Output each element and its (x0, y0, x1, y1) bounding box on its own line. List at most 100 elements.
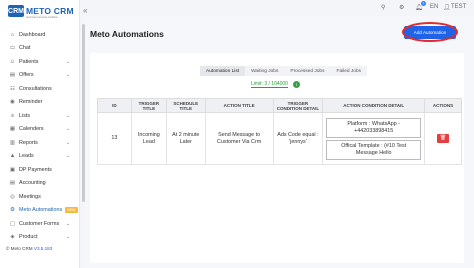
notification-badge: 1 (421, 1, 426, 6)
tab-automation-list[interactable]: Automation List (200, 66, 246, 76)
leads-icon: ▲ (9, 153, 16, 160)
automations-table: ID TRIGGER TITLE SCHEDULE TITLE ACTION T… (97, 98, 462, 165)
cell-schedule: At 2 minute Later (165, 112, 206, 165)
tab-waiting-jobs[interactable]: Waiting Jobs (245, 66, 285, 76)
sidebar-item-patients[interactable]: ☺ Patients ⌄ (0, 55, 80, 69)
sidebar-item-meto-automations[interactable]: ⚙ Meto Automations NEW (0, 204, 80, 218)
sidebar-item-label: Offers (19, 72, 34, 79)
sidebar-item-leads[interactable]: ▲ Leads ⌄ (0, 150, 80, 164)
table-header-row: ID TRIGGER TITLE SCHEDULE TITLE ACTION T… (97, 98, 462, 113)
meetings-icon: ◎ (10, 193, 15, 200)
logo-mark: CRM (8, 5, 24, 17)
tab-processed-jobs[interactable]: Processed Jobs (284, 66, 331, 76)
patients-icon: ☺ (9, 58, 16, 65)
action-condition-detail: Platform : WhatsApp - +442033898415 Offi… (326, 116, 422, 162)
sidebar-item-label: Patients (19, 58, 39, 65)
sidebar-item-label: DP Payments (19, 166, 52, 173)
sidebar-nav: ⌂ Dashboard ▭ Chat ☺ Patients ⌄ ▤ Offers ⌄ ☷ Consul… (0, 28, 80, 244)
consultations-icon: ☷ (9, 85, 15, 92)
column-header: ACTION CONDITION DETAIL (322, 98, 426, 113)
reminder-icon: ◉ (10, 99, 15, 106)
settings-icon[interactable]: ⚙ (399, 4, 404, 11)
version-link[interactable]: V3.5.183 (34, 246, 52, 251)
sidebar-item-chat[interactable]: ▭ Chat (0, 42, 80, 56)
lists-icon: ≡ (10, 112, 15, 119)
sidebar-item-customer-forms[interactable]: ▢ Customer Forms ⌄ (0, 217, 80, 231)
table-row: 13 Incoming Lead At 2 minute Later Send … (97, 112, 462, 165)
info-icon[interactable]: i (293, 81, 300, 88)
calendar-icon: ▦ (9, 126, 16, 133)
sidebar-item-accounting[interactable]: ▤ Accounting (0, 177, 80, 191)
sidebar-item-reminder[interactable]: ◉ Reminder (0, 96, 80, 110)
chevron-down-icon: ⌄ (65, 153, 70, 160)
product-icon: ◈ (10, 234, 15, 241)
search-icon[interactable]: ⚲ (381, 4, 385, 11)
language-selector[interactable]: EN (430, 4, 438, 10)
cell-trigger-condition: Ads Code equal : 'jennys' (272, 112, 324, 165)
footer-copyright: © Meto CRM (6, 246, 33, 251)
sidebar-item-label: Reports (19, 139, 38, 146)
chevron-down-icon: ⌄ (65, 112, 70, 119)
column-header: TRIGGER TITLE (130, 98, 167, 113)
cell-action-condition: Platform : WhatsApp - +442033898415 Offi… (322, 112, 426, 165)
column-header: SCHEDULE TITLE (165, 98, 206, 113)
cell-id: 13 (97, 112, 132, 165)
sidebar-footer: © Meto CRM V3.5.183 (6, 246, 52, 251)
sidebar: CRM METO CRM Automate business workflow … (0, 0, 80, 268)
sidebar-item-label: Calenders (19, 126, 44, 133)
sidebar-item-label: Meto Automations (19, 207, 63, 214)
chevron-down-icon: ⌄ (65, 126, 70, 133)
automation-icon: ⚙ (9, 207, 15, 214)
chevron-down-icon: ⌄ (65, 139, 70, 146)
chevron-down-icon: ⌄ (65, 58, 70, 65)
column-header: ACTION TITLE (204, 98, 274, 113)
reports-icon: ▥ (9, 139, 16, 146)
chevron-down-icon: ⌄ (65, 220, 70, 227)
job-tabs: Automation List Waiting Jobs Processed J… (200, 66, 368, 76)
sidebar-item-label: Customer Forms (19, 220, 60, 227)
page-title: Meto Automations (90, 29, 164, 39)
user-icon[interactable]: 👤︎ (443, 4, 451, 11)
logo-text: METO CRM (26, 6, 74, 16)
sidebar-item-label: Accounting (19, 180, 46, 187)
column-header: TRIGGER CONDITION DETAIL (272, 98, 324, 113)
sidebar-item-label: Lists (19, 112, 31, 119)
cell-trigger: Incoming Lead (130, 112, 167, 165)
payments-icon: ▣ (9, 166, 16, 173)
sidebar-item-lists[interactable]: ≡ Lists ⌄ (0, 109, 80, 123)
action-condition-platform: Platform : WhatsApp - +442033898415 (326, 117, 422, 138)
sidebar-item-consultations[interactable]: ☷ Consultations (0, 82, 80, 96)
tab-failed-jobs[interactable]: Failed Jobs (330, 66, 368, 76)
highlight-annotation (402, 22, 458, 42)
sidebar-item-label: Chat (19, 45, 31, 52)
sidebar-item-dp-payments[interactable]: ▣ DP Payments (0, 163, 80, 177)
sidebar-item-label: Dashboard (19, 31, 46, 38)
forms-icon: ▢ (9, 220, 16, 227)
offers-icon: ▤ (9, 72, 16, 79)
new-badge: NEW (65, 207, 78, 214)
chevron-down-icon: ⌄ (65, 72, 70, 79)
limit-indicator: Limit: 3 / 104000 (251, 81, 288, 88)
sidebar-item-reports[interactable]: ▥ Reports ⌄ (0, 136, 80, 150)
chevron-down-icon: ⌄ (65, 234, 70, 241)
sidebar-item-label: Meetings (19, 193, 41, 200)
sidebar-item-offers[interactable]: ▤ Offers ⌄ (0, 69, 80, 83)
sidebar-item-product[interactable]: ◈ Product ⌄ (0, 231, 80, 245)
column-header: ACTIONS (424, 98, 462, 113)
user-name[interactable]: TEST (451, 4, 466, 10)
trash-icon: 🗑︎ (439, 135, 447, 141)
sidebar-item-label: Leads (19, 153, 34, 160)
sidebar-item-calenders[interactable]: ▦ Calenders ⌄ (0, 123, 80, 137)
home-icon: ⌂ (10, 31, 15, 38)
sidebar-item-label: Consultations (19, 85, 52, 92)
sidebar-item-label: Reminder (19, 99, 43, 106)
chat-icon: ▭ (9, 45, 16, 52)
delete-button[interactable]: 🗑︎ (437, 134, 450, 143)
column-header: ID (97, 98, 132, 113)
accounting-icon: ▤ (9, 180, 16, 187)
sidebar-item-dashboard[interactable]: ⌂ Dashboard (0, 28, 80, 42)
action-condition-template: Offical Template : (#10 Test Message Hel… (326, 139, 422, 160)
cell-action: Send Message to Customer Via Crm (204, 112, 274, 165)
sidebar-item-meetings[interactable]: ◎ Meetings (0, 190, 80, 204)
sidebar-item-label: Product (19, 234, 38, 241)
